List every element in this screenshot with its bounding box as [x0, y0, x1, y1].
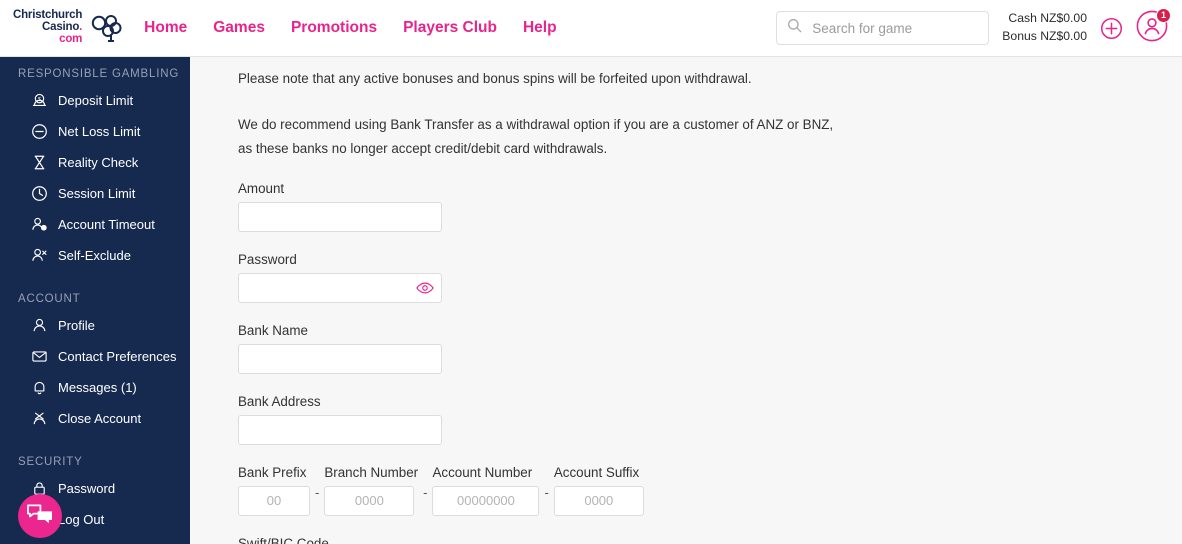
- sidebar-item-label: Session Limit: [58, 186, 136, 201]
- sidebar-section-title-responsible-gambling: RESPONSIBLE GAMBLING: [18, 68, 180, 80]
- chat-widget-button[interactable]: [18, 494, 62, 538]
- user-remove-icon: [31, 247, 48, 264]
- amount-input[interactable]: [238, 201, 442, 232]
- sidebar-item-account-timeout[interactable]: Account Timeout: [0, 209, 190, 240]
- password-field-wrapper: [238, 272, 442, 303]
- password-label: Password: [238, 251, 297, 267]
- bank-address-label: Bank Address: [238, 393, 321, 409]
- bank-account-number-row: Bank Prefix - Branch Number - Account Nu…: [238, 465, 1182, 516]
- sidebar-item-close-account[interactable]: Close Account: [0, 403, 190, 434]
- sidebar-item-label: Close Account: [58, 411, 142, 426]
- header-right-group: Cash NZ$0.00 Bonus NZ$0.00: [776, 7, 1171, 47]
- notification-badge: 1: [1156, 7, 1171, 23]
- sidebar-item-label: Contact Preferences: [58, 349, 177, 364]
- account-suffix-group: Account Suffix: [553, 464, 644, 516]
- nav-help[interactable]: Help: [523, 19, 557, 37]
- search-icon: [787, 18, 802, 38]
- sidebar-item-deposit-limit[interactable]: $ Deposit Limit: [0, 85, 190, 116]
- sidebar-item-label: Profile: [58, 318, 95, 333]
- bank-prefix-label: Bank Prefix: [238, 464, 307, 480]
- notice-paragraph-2-line-2: as these banks no longer accept credit/d…: [238, 140, 608, 156]
- sidebar-item-self-exclude[interactable]: Self-Exclude: [0, 240, 190, 271]
- bank-prefix-group: Bank Prefix: [238, 465, 310, 516]
- sidebar-item-label: Deposit Limit: [58, 93, 134, 108]
- user-icon: [31, 317, 48, 334]
- search-box[interactable]: [776, 11, 990, 45]
- sidebar-section-title-account: ACCOUNT: [18, 293, 81, 305]
- club-suit-icon: [88, 12, 122, 44]
- nav-games[interactable]: Games: [213, 19, 265, 37]
- search-input[interactable]: [812, 20, 979, 36]
- notice-paragraph-2: We do recommend using Bank Transfer as a…: [238, 113, 878, 161]
- bank-name-label: Bank Name: [238, 322, 308, 338]
- account-suffix-input[interactable]: [553, 485, 644, 516]
- sidebar-item-reality-check[interactable]: Reality Check: [0, 147, 190, 178]
- sidebar: RESPONSIBLE GAMBLING $ Deposit Limit Net…: [0, 57, 190, 544]
- minus-circle-icon: [31, 123, 48, 140]
- sidebar-item-profile[interactable]: Profile: [0, 310, 190, 341]
- sidebar-item-label: Net Loss Limit: [58, 124, 141, 139]
- branch-number-label: Branch Number: [324, 464, 419, 480]
- bonus-balance: Bonus NZ$0.00: [1002, 29, 1087, 43]
- account-number-input[interactable]: [432, 485, 540, 516]
- user-clock-icon: [31, 216, 48, 233]
- separator-dash: -: [544, 484, 549, 500]
- separator-dash: -: [423, 484, 428, 500]
- sidebar-item-label: Self-Exclude: [58, 248, 131, 263]
- site-logo[interactable]: Christchurch Casino. com: [13, 10, 122, 45]
- nav-home[interactable]: Home: [144, 19, 187, 37]
- sidebar-item-net-loss-limit[interactable]: Net Loss Limit: [0, 116, 190, 147]
- nav-promotions[interactable]: Promotions: [291, 19, 377, 37]
- logo-text: Christchurch Casino. com: [13, 10, 82, 45]
- account-suffix-label: Account Suffix: [553, 464, 640, 480]
- sidebar-item-label: Log Out: [58, 512, 105, 527]
- sidebar-item-label: Messages (1): [58, 380, 137, 395]
- user-close-icon: [31, 410, 48, 427]
- clock-icon: [31, 185, 48, 202]
- branch-number-input[interactable]: [324, 485, 415, 516]
- main-nav: Home Games Promotions Players Club Help: [144, 19, 556, 37]
- plus-circle-icon[interactable]: [1100, 17, 1123, 40]
- sidebar-item-label: Password: [58, 481, 116, 496]
- bank-address-input[interactable]: [238, 414, 442, 445]
- logo-line-3: com: [59, 32, 83, 45]
- account-avatar[interactable]: 1: [1136, 7, 1171, 47]
- sidebar-item-label: Reality Check: [58, 155, 139, 170]
- sidebar-item-messages[interactable]: Messages (1): [0, 372, 190, 403]
- bank-prefix-input[interactable]: [238, 485, 310, 516]
- chat-bubbles-icon: [26, 502, 54, 531]
- account-number-label: Account Number: [432, 464, 533, 480]
- account-number-group: Account Number: [432, 464, 540, 516]
- bank-name-input[interactable]: [238, 343, 442, 374]
- sidebar-item-label: Account Timeout: [58, 217, 155, 232]
- hourglass-icon: [31, 154, 48, 171]
- deposit-coin-icon: $: [31, 92, 48, 109]
- main-content: Please note that any active bonuses and …: [190, 57, 1182, 544]
- sidebar-item-session-limit[interactable]: Session Limit: [0, 178, 190, 209]
- cash-balance: Cash NZ$0.00: [1008, 11, 1087, 26]
- sidebar-item-contact-preferences[interactable]: Contact Preferences: [0, 341, 190, 372]
- nav-players-club[interactable]: Players Club: [403, 19, 497, 37]
- sidebar-section-title-security: SECURITY: [18, 456, 83, 468]
- top-header: Christchurch Casino. com Home Games Prom…: [0, 0, 1182, 57]
- notice-paragraph-1: Please note that any active bonuses and …: [238, 71, 752, 86]
- swift-bic-label: Swift/BIC Code: [238, 535, 329, 544]
- bell-icon: [31, 379, 48, 396]
- eye-icon[interactable]: [416, 281, 434, 294]
- amount-label: Amount: [238, 180, 285, 196]
- separator-dash: -: [315, 484, 320, 500]
- branch-number-group: Branch Number: [324, 465, 418, 516]
- notice-paragraph-2-line-1: We do recommend using Bank Transfer as a…: [238, 116, 834, 132]
- balance-display: Cash NZ$0.00 Bonus NZ$0.00: [1002, 10, 1087, 45]
- password-input[interactable]: [238, 272, 442, 303]
- app-root: Christchurch Casino. com Home Games Prom…: [0, 0, 1182, 544]
- envelope-icon: [31, 348, 48, 365]
